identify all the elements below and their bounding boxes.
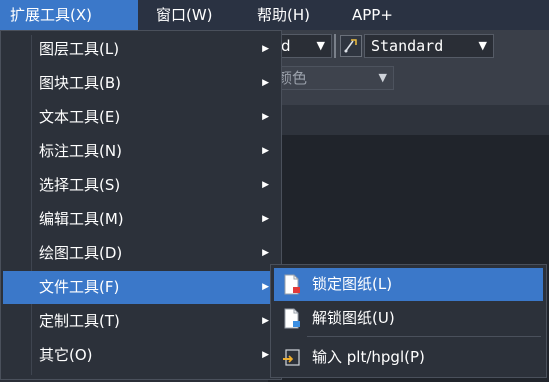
menu-help-label: 帮助(H) (257, 6, 310, 24)
submenu-arrow-icon: ▶ (262, 112, 269, 122)
submenu-arrow-icon: ▶ (262, 214, 269, 224)
submenu-arrow-icon: ▶ (262, 180, 269, 190)
menu-item-label: 定制工具(T) (39, 312, 120, 330)
submenu-item-import-plt[interactable]: 输入 plt/hpgl(P) (274, 341, 543, 374)
menu-item-other[interactable]: 其它(O) ▶ (3, 339, 279, 372)
submenu-arrow-icon: ▶ (262, 282, 269, 292)
linetype-combo-value: d (281, 37, 291, 55)
submenu-arrow-icon: ▶ (262, 316, 269, 326)
submenu-item-label: 锁定图纸(L) (312, 275, 393, 293)
unlock-drawing-icon (282, 308, 302, 330)
chevron-down-icon: ▼ (378, 71, 387, 84)
menu-item-file-tools[interactable]: 文件工具(F) ▶ (3, 271, 279, 304)
menu-item-dimension-tools[interactable]: 标注工具(N) ▶ (3, 135, 279, 168)
menu-item-edit-tools[interactable]: 编辑工具(M) ▶ (3, 203, 279, 236)
submenu-item-label: 解锁图纸(U) (312, 309, 395, 327)
menu-help[interactable]: 帮助(H) (247, 0, 320, 30)
dimension-style-icon[interactable] (340, 35, 362, 57)
chevron-down-icon: ▼ (316, 39, 325, 52)
property-toolbar: d ▼ Standard ▼ 颜色 ▼ (268, 30, 549, 105)
menu-item-label: 图层工具(L) (39, 40, 120, 58)
submenu-arrow-icon: ▶ (262, 350, 269, 360)
menu-window[interactable]: 窗口(W) (146, 0, 223, 30)
menu-item-label: 图块工具(B) (39, 74, 121, 92)
toolbar-separator (334, 34, 336, 58)
submenu-item-lock-drawing[interactable]: 锁定图纸(L) (274, 268, 543, 301)
menu-window-label: 窗口(W) (156, 6, 213, 24)
extension-tools-dropdown: 图层工具(L) ▶ 图块工具(B) ▶ 文本工具(E) ▶ 标注工具(N) ▶ … (0, 30, 282, 380)
menu-item-custom-tools[interactable]: 定制工具(T) ▶ (3, 305, 279, 338)
color-combo[interactable]: 颜色 ▼ (270, 66, 394, 90)
lock-drawing-icon (282, 274, 302, 296)
menu-item-text-tools[interactable]: 文本工具(E) ▶ (3, 101, 279, 134)
submenu-arrow-icon: ▶ (262, 146, 269, 156)
submenu-divider (307, 336, 541, 337)
chevron-down-icon: ▼ (478, 39, 487, 52)
menu-extension-tools[interactable]: 扩展工具(X) (0, 0, 138, 30)
submenu-arrow-icon: ▶ (262, 44, 269, 54)
menu-item-select-tools[interactable]: 选择工具(S) ▶ (3, 169, 279, 202)
menu-item-layer-tools[interactable]: 图层工具(L) ▶ (3, 33, 279, 66)
menu-item-label: 文本工具(E) (39, 108, 121, 126)
file-tools-submenu: 锁定图纸(L) 解锁图纸(U) 输入 plt/hpgl(P) (270, 264, 547, 378)
submenu-arrow-icon: ▶ (262, 248, 269, 258)
menu-item-block-tools[interactable]: 图块工具(B) ▶ (3, 67, 279, 100)
submenu-item-unlock-drawing[interactable]: 解锁图纸(U) (274, 302, 543, 335)
menu-extension-tools-label: 扩展工具(X) (10, 6, 92, 24)
menu-item-label: 选择工具(S) (39, 176, 121, 194)
menu-item-label: 标注工具(N) (39, 142, 122, 160)
linetype-combo[interactable]: d ▼ (274, 34, 332, 58)
menu-item-label: 其它(O) (39, 346, 93, 364)
toolbar-strip (268, 105, 549, 135)
menu-item-label: 文件工具(F) (39, 278, 120, 296)
import-plt-icon (282, 347, 302, 369)
text-style-combo-value: Standard (371, 37, 444, 55)
menu-app-plus[interactable]: APP+ (342, 0, 403, 30)
submenu-arrow-icon: ▶ (262, 78, 269, 88)
menu-item-draw-tools[interactable]: 绘图工具(D) ▶ (3, 237, 279, 270)
text-style-combo[interactable]: Standard ▼ (364, 34, 494, 58)
menu-item-label: 编辑工具(M) (39, 210, 124, 228)
submenu-item-label: 输入 plt/hpgl(P) (312, 348, 425, 366)
menu-app-plus-label: APP+ (352, 6, 393, 24)
menu-item-label: 绘图工具(D) (39, 244, 123, 262)
menu-bar: 扩展工具(X) 窗口(W) 帮助(H) APP+ (0, 0, 549, 30)
